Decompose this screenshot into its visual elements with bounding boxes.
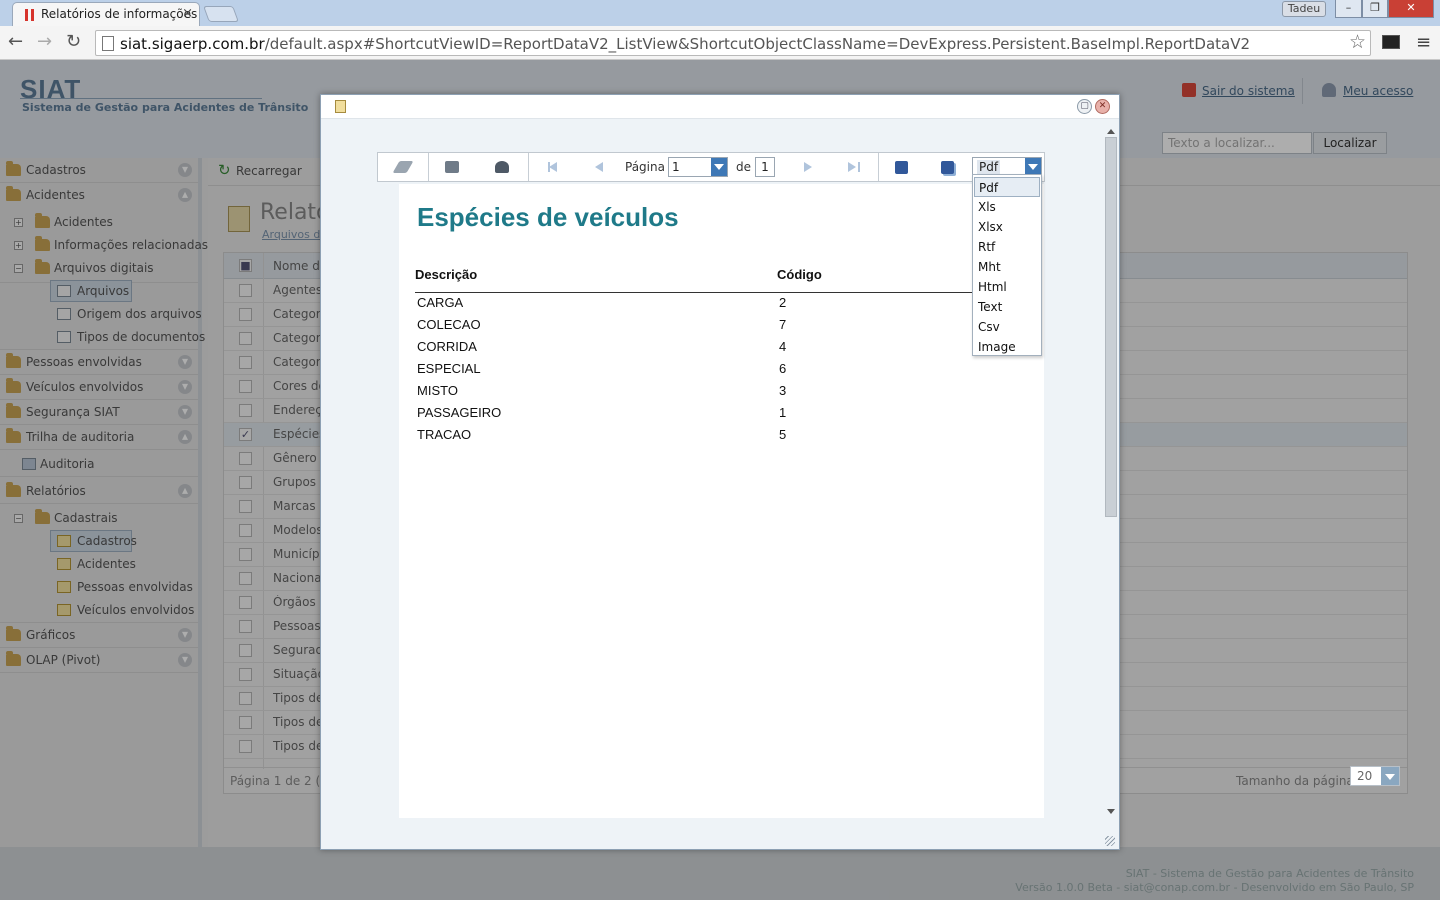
report-row-code: 7 (779, 317, 787, 332)
close-modal-icon[interactable]: ✕ (1095, 99, 1110, 114)
format-option[interactable]: Rtf (974, 237, 1040, 257)
export-format-dropdown-list: Pdf Xls Xlsx Rtf Mht Html Text Csv Image (972, 174, 1042, 356)
browser-menu-icon[interactable]: ≡ (1416, 32, 1431, 53)
bookmark-star-icon[interactable]: ☆ (1349, 31, 1366, 53)
page-size-select[interactable]: 20 (1350, 766, 1400, 786)
report-row-code: 4 (779, 339, 787, 354)
format-option[interactable]: Xlsx (974, 217, 1040, 237)
report-row-description: CORRIDA (417, 339, 477, 354)
reload-icon[interactable]: ↻ (66, 32, 81, 52)
report-row-code: 5 (779, 427, 787, 442)
extension-icon[interactable] (1382, 35, 1400, 49)
report-header-rule (415, 292, 985, 293)
format-option[interactable]: Csv (974, 317, 1040, 337)
format-option[interactable]: Pdf (974, 177, 1040, 197)
modal-header: ▢ ✕ (321, 95, 1119, 119)
last-page-bar (858, 162, 860, 172)
chevron-down-icon[interactable] (711, 158, 727, 176)
report-column-description: Descrição (415, 267, 478, 282)
url-path: /default.aspx#ShortcutViewID=ReportDataV… (264, 35, 1251, 53)
format-option[interactable]: Text (974, 297, 1040, 317)
report-page: Espécies de veículos Descrição Código CA… (399, 184, 1044, 818)
browser-user-badge[interactable]: Tadeu (1282, 1, 1326, 17)
tab-favicon-icon (25, 9, 34, 21)
report-column-code: Código (777, 267, 822, 282)
page-label: Página (625, 160, 665, 174)
format-option[interactable]: Html (974, 277, 1040, 297)
tab-close-icon[interactable]: × (182, 6, 193, 21)
restore-window-icon[interactable]: ❐ (1362, 0, 1388, 18)
previous-page-icon[interactable] (590, 162, 603, 172)
scroll-up-icon[interactable] (1107, 125, 1115, 134)
report-row-description: COLECAO (417, 317, 481, 332)
report-viewer-modal: ▢ ✕ Página 1 de 1 Pdf Espécies de veícul… (320, 94, 1120, 850)
report-title: Espécies de veículos (417, 202, 679, 232)
browser-titlebar: Relatórios de informações × Tadeu – ❐ ✕ (0, 0, 1440, 26)
minimize-window-icon[interactable]: – (1335, 0, 1362, 18)
report-row-code: 3 (779, 383, 787, 398)
save-icon[interactable] (895, 161, 908, 174)
search-text-icon[interactable] (392, 161, 414, 173)
page-number-select[interactable]: 1 (668, 157, 728, 177)
page-count: 1 (755, 157, 775, 177)
browser-tab[interactable]: Relatórios de informações × (12, 2, 200, 26)
page-icon (102, 36, 114, 51)
first-page-icon[interactable] (544, 162, 557, 172)
toolbar-separator (878, 153, 879, 181)
report-row-description: TRACAO (417, 427, 472, 442)
scroll-down-icon[interactable] (1107, 809, 1115, 818)
report-row-description: MISTO (417, 383, 458, 398)
report-row-description: CARGA (417, 295, 464, 310)
report-row-description: ESPECIAL (417, 361, 481, 376)
back-icon[interactable]: ← (8, 32, 23, 52)
report-toolbar: Página 1 de 1 Pdf (377, 152, 1045, 182)
modal-vertical-scrollbar[interactable] (1103, 125, 1119, 817)
print-icon[interactable] (445, 161, 459, 173)
print-page-icon[interactable] (495, 161, 509, 173)
save-as-icon[interactable] (941, 161, 954, 174)
next-page-icon[interactable] (804, 162, 817, 172)
address-bar[interactable]: siat.sigaerp.com.br/default.aspx#Shortcu… (95, 30, 1371, 56)
toolbar-separator (528, 153, 529, 181)
scroll-thumb[interactable] (1105, 137, 1117, 517)
chevron-down-icon[interactable] (1381, 767, 1399, 785)
report-document-icon (335, 100, 346, 113)
page-size-value: 20 (1357, 769, 1373, 783)
toolbar-separator (428, 153, 429, 181)
resize-grip-icon[interactable] (1105, 836, 1115, 846)
report-row-code: 6 (779, 361, 787, 376)
tab-title: Relatórios de informações (41, 7, 198, 21)
report-row-code: 2 (779, 295, 787, 310)
close-window-icon[interactable]: ✕ (1388, 0, 1434, 18)
report-row-code: 1 (779, 405, 787, 420)
format-option[interactable]: Mht (974, 257, 1040, 277)
url-domain: siat.sigaerp.com.br (120, 35, 265, 53)
format-option[interactable]: Image (974, 337, 1040, 357)
format-option[interactable]: Xls (974, 197, 1040, 217)
forward-icon[interactable]: → (37, 32, 52, 52)
export-format-value: Pdf (977, 160, 1001, 174)
new-tab-button[interactable] (203, 6, 239, 22)
of-label: de (736, 160, 751, 174)
maximize-modal-icon[interactable]: ▢ (1077, 99, 1092, 114)
report-row-description: PASSAGEIRO (417, 405, 502, 420)
page-number-value: 1 (672, 160, 680, 174)
